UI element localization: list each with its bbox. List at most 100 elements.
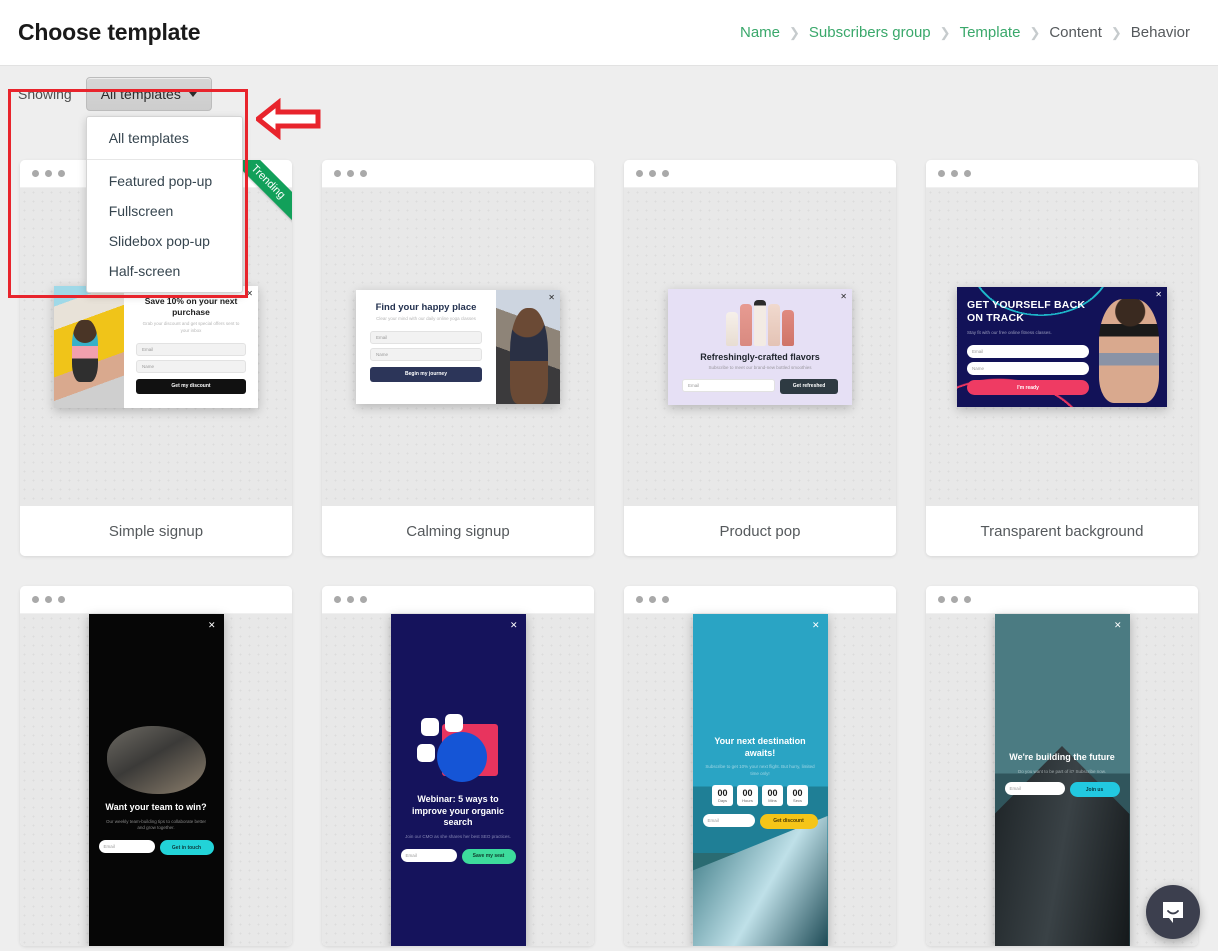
card-titlebar: [624, 160, 896, 188]
popup-cta-button: Get in touch: [159, 840, 214, 856]
close-icon: ✕: [207, 620, 216, 630]
popup-preview: ✕ Webinar: 5 ways to improve your organi…: [390, 614, 526, 946]
menu-item-half-screen[interactable]: Half-screen: [87, 256, 242, 286]
popup-headline: Your next destination awaits!: [714, 736, 806, 758]
card-titlebar: [624, 586, 896, 614]
popup-cta-button: Join us: [1069, 782, 1120, 798]
window-dot-icon: [58, 170, 65, 177]
template-filter-dropdown[interactable]: All templates All templates Featured pop…: [85, 77, 243, 293]
popup-subtext: Our weekly team-building tips to collabo…: [105, 818, 207, 831]
popup-preview: ✕ Want your team to win? Our weekly team…: [88, 614, 224, 946]
close-icon: ✕: [548, 293, 555, 302]
window-dot-icon: [360, 596, 367, 603]
window-dot-icon: [360, 170, 367, 177]
template-card-product-pop[interactable]: ✕ Refreshingly-crafted flavors Subscribe…: [624, 160, 896, 556]
window-dot-icon: [347, 596, 354, 603]
popup-preview: ✕ GET YOURSELF BACK ON TRACK Stay fit wi…: [957, 287, 1167, 407]
popup-preview: ✕ Refreshingly-crafted flavors Subscribe…: [668, 289, 852, 405]
popup-subtext: Grab your discount and get special offer…: [142, 321, 240, 333]
popup-email-field: Email: [967, 345, 1089, 358]
card-preview: ✕ Webinar: 5 ways to improve your organi…: [322, 614, 594, 946]
countdown-secs: 00 Secs: [787, 784, 808, 806]
chevron-right-icon: ❯: [1110, 24, 1122, 40]
window-dot-icon: [347, 170, 354, 177]
chat-bubble-icon: [1163, 902, 1183, 923]
card-title: Calming signup: [322, 506, 594, 556]
popup-headline: GET YOURSELF BACK ON TRACK: [967, 299, 1086, 325]
card-titlebar: [20, 586, 292, 614]
popup-subtext: Subscribe to meet our brand-new bottled …: [708, 365, 812, 370]
breadcrumb-item-template[interactable]: Template: [952, 24, 1029, 41]
window-dot-icon: [951, 170, 958, 177]
popup-preview: ✕ Save 10% on your next purchase Grab yo…: [54, 286, 258, 408]
template-card-destination-countdown[interactable]: ✕ Your next destination awaits! Subscrib…: [624, 586, 896, 946]
popup-image: [682, 298, 838, 346]
popup-preview: ✕ Find your happy place Clear your mind …: [356, 290, 560, 404]
chevron-right-icon: ❯: [1029, 24, 1041, 40]
popup-name-field: Name: [136, 359, 246, 373]
window-dot-icon: [32, 170, 39, 177]
chat-launcher-button[interactable]: [1146, 885, 1200, 939]
popup-name-field: Name: [967, 362, 1089, 375]
card-title: Product pop: [624, 506, 896, 556]
template-card-transparent-background[interactable]: ✕ GET YOURSELF BACK ON TRACK Stay fit wi…: [926, 160, 1198, 556]
chevron-right-icon: ❯: [789, 24, 800, 40]
close-icon: ✕: [1113, 620, 1122, 630]
popup-image: [415, 714, 502, 786]
breadcrumb-item-subscribers-group[interactable]: Subscribers group: [801, 24, 939, 41]
popup-image: [106, 726, 206, 794]
window-dot-icon: [938, 596, 945, 603]
popup-email-field: Email: [400, 848, 457, 862]
window-dot-icon: [636, 596, 643, 603]
breadcrumb-item-behavior[interactable]: Behavior: [1123, 24, 1198, 41]
breadcrumb-item-name[interactable]: Name: [732, 24, 788, 41]
page-header: Choose template Name ❯ Subscribers group…: [0, 0, 1218, 66]
menu-item-slidebox-popup[interactable]: Slidebox pop-up: [87, 226, 242, 256]
card-preview: ✕ Want your team to win? Our weekly team…: [20, 614, 292, 946]
popup-image: [496, 290, 560, 404]
template-card-calming-signup[interactable]: ✕ Find your happy place Clear your mind …: [322, 160, 594, 556]
card-title: Transparent background: [926, 506, 1198, 556]
template-filter-value: All templates: [100, 86, 181, 102]
popup-image: [54, 286, 124, 408]
card-preview: ✕ GET YOURSELF BACK ON TRACK Stay fit wi…: [926, 188, 1198, 506]
countdown-mins: 00 Mins: [762, 784, 783, 806]
template-filter-menu[interactable]: All templates Featured pop-up Fullscreen…: [85, 116, 243, 293]
popup-image: [692, 816, 828, 946]
window-dot-icon: [636, 170, 643, 177]
chevron-right-icon: ❯: [939, 24, 951, 40]
card-preview: ✕ Refreshingly-crafted flavors Subscribe…: [624, 188, 896, 506]
menu-item-featured-popup[interactable]: Featured pop-up: [87, 166, 242, 196]
popup-headline: Want your team to win?: [105, 802, 207, 812]
popup-name-field: Name: [370, 347, 482, 361]
popup-cta-button: Get refreshed: [780, 378, 838, 394]
template-card-team-win[interactable]: ✕ Want your team to win? Our weekly team…: [20, 586, 292, 946]
menu-item-fullscreen[interactable]: Fullscreen: [87, 196, 242, 226]
card-title: Simple signup: [20, 506, 292, 556]
popup-cta-button: Get my discount: [136, 378, 246, 394]
window-dot-icon: [964, 170, 971, 177]
filter-bar: Showing All templates All templates Feat…: [0, 66, 1218, 293]
chevron-down-icon: [188, 91, 197, 97]
window-dot-icon: [662, 170, 669, 177]
card-titlebar: [322, 160, 594, 188]
popup-subtext: Do you want to be part of it? Subscribe …: [1017, 768, 1107, 774]
popup-headline: We're building the future: [1009, 752, 1115, 762]
breadcrumb: Name ❯ Subscribers group ❯ Template ❯ Co…: [732, 24, 1200, 41]
popup-email-field: Email: [702, 813, 755, 827]
popup-headline: Refreshingly-crafted flavors: [700, 352, 820, 362]
window-dot-icon: [649, 596, 656, 603]
breadcrumb-item-content[interactable]: Content: [1041, 24, 1110, 41]
showing-label: Showing: [18, 86, 72, 102]
window-dot-icon: [334, 596, 341, 603]
countdown-hours: 00 Hours: [737, 784, 758, 806]
window-dot-icon: [951, 596, 958, 603]
card-titlebar: [926, 160, 1198, 188]
card-titlebar: [322, 586, 594, 614]
window-dot-icon: [32, 596, 39, 603]
template-filter-button[interactable]: All templates: [85, 77, 212, 111]
menu-item-all-templates[interactable]: All templates: [87, 123, 242, 153]
template-card-webinar[interactable]: ✕ Webinar: 5 ways to improve your organi…: [322, 586, 594, 946]
popup-headline: Webinar: 5 ways to improve your organic …: [411, 794, 505, 828]
card-preview: ✕ Find your happy place Clear your mind …: [322, 188, 594, 506]
